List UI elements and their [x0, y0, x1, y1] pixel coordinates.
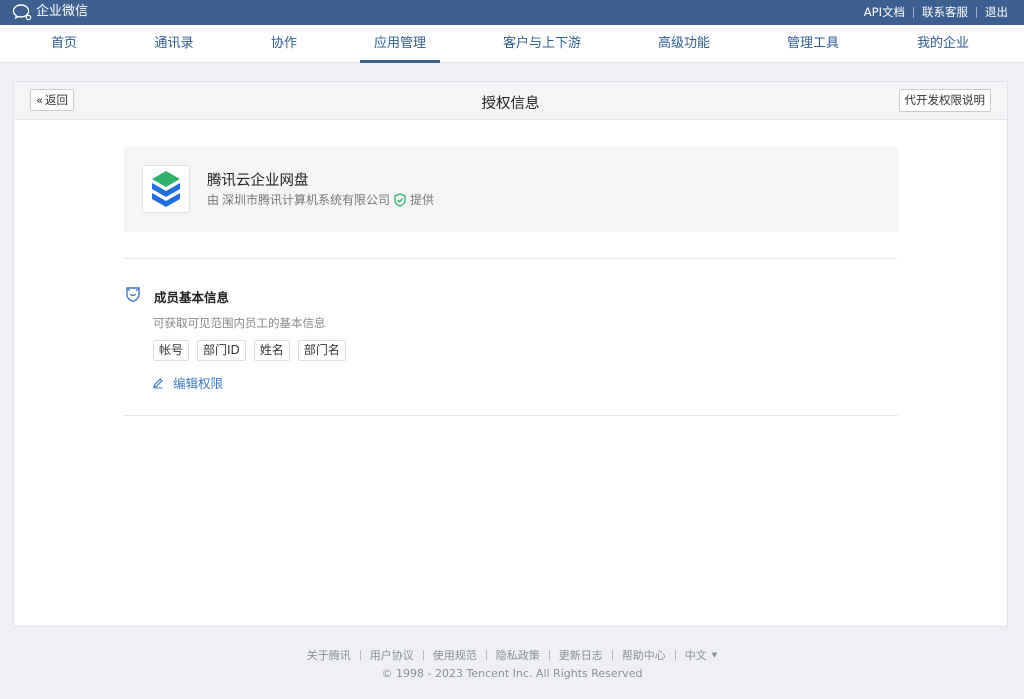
top-bar: 企业微信 API文档 联系客服 退出 [0, 0, 1024, 25]
footer-divider [422, 650, 424, 660]
wecom-logo-icon [12, 4, 32, 21]
footer-terms-link[interactable]: 用户协议 [370, 647, 414, 663]
permission-explain-button[interactable]: 代开发权限说明 [898, 89, 991, 112]
footer-divider [359, 650, 361, 660]
provider-name: 深圳市腾讯计算机系统有限公司 [222, 193, 391, 207]
verified-shield-icon [394, 192, 406, 207]
app-logo [142, 165, 190, 213]
copyright: © 1998 - 2023 Tencent Inc. All Rights Re… [381, 667, 643, 680]
app-info-box: 腾讯云企业网盘 由 深圳市腾讯计算机系统有限公司 提供 [124, 147, 898, 232]
field-tag-account: 帐号 [153, 340, 190, 361]
language-label: 中文 [684, 649, 707, 662]
cloud-drive-logo-icon [152, 171, 180, 207]
nav-admin-tools[interactable]: 管理工具 [787, 25, 839, 63]
field-tag-department-name: 部门名 [297, 340, 346, 361]
auth-info-card: « 返回 授权信息 代开发权限说明 腾讯云企业网盘 由 深圳市腾讯计算机系统有限… [13, 81, 1008, 627]
footer-rules-link[interactable]: 使用规范 [433, 647, 477, 663]
top-links: API文档 联系客服 退出 [864, 5, 1008, 19]
field-tag-name: 姓名 [253, 340, 290, 361]
page-title: 授权信息 [481, 96, 540, 112]
card-header: « 返回 授权信息 代开发权限说明 [14, 82, 1007, 120]
member-info-icon [126, 287, 140, 303]
app-provider: 由 深圳市腾讯计算机系统有限公司 提供 [207, 191, 434, 208]
section-divider [124, 258, 898, 259]
nav-advanced[interactable]: 高级功能 [658, 25, 710, 63]
pencil-icon [153, 377, 163, 388]
nav-app-management[interactable]: 应用管理 [359, 25, 441, 63]
nav-my-company[interactable]: 我的企业 [917, 25, 969, 63]
field-tag-department-id: 部门ID [197, 340, 246, 361]
footer-help-link[interactable]: 帮助中心 [622, 647, 666, 663]
permission-title: 成员基本信息 [154, 290, 230, 305]
footer-divider [548, 650, 550, 660]
footer-links: 关于腾讯 用户协议 使用规范 隐私政策 更新日志 帮助中心 中文 ▼ [0, 647, 1024, 663]
logout-link[interactable]: 退出 [985, 5, 1008, 19]
provider-suffix: 提供 [410, 193, 435, 207]
footer-divider [611, 650, 613, 660]
provider-prefix: 由 [207, 193, 220, 207]
brand-logo[interactable]: 企业微信 [12, 3, 88, 21]
nav-customers[interactable]: 客户与上下游 [503, 25, 581, 63]
footer-divider [674, 650, 676, 660]
permission-description: 可获取可见范围内员工的基本信息 [153, 316, 326, 330]
top-link-divider [976, 6, 977, 18]
main-nav: 首页 通讯录 协作 应用管理 客户与上下游 高级功能 管理工具 我的企业 [0, 25, 1024, 63]
top-link-divider [913, 6, 914, 18]
footer-divider [485, 650, 487, 660]
nav-home[interactable]: 首页 [51, 25, 77, 63]
app-name: 腾讯云企业网盘 [207, 173, 309, 189]
nav-collaboration[interactable]: 协作 [271, 25, 297, 63]
language-selector[interactable]: 中文 ▼ [685, 647, 717, 663]
edit-permission-label: 编辑权限 [173, 376, 224, 391]
contact-support-link[interactable]: 联系客服 [922, 5, 968, 19]
caret-down-icon: ▼ [711, 651, 718, 659]
edit-permission-link[interactable]: 编辑权限 [152, 373, 223, 392]
footer-about-link[interactable]: 关于腾讯 [307, 647, 351, 663]
api-docs-link[interactable]: API文档 [864, 5, 905, 19]
footer-changelog-link[interactable]: 更新日志 [559, 647, 603, 663]
brand-name: 企业微信 [36, 4, 89, 19]
permission-fields: 帐号 部门ID 姓名 部门名 [153, 340, 346, 361]
nav-contacts[interactable]: 通讯录 [154, 25, 193, 63]
section-divider [124, 415, 898, 416]
footer-privacy-link[interactable]: 隐私政策 [496, 647, 540, 663]
